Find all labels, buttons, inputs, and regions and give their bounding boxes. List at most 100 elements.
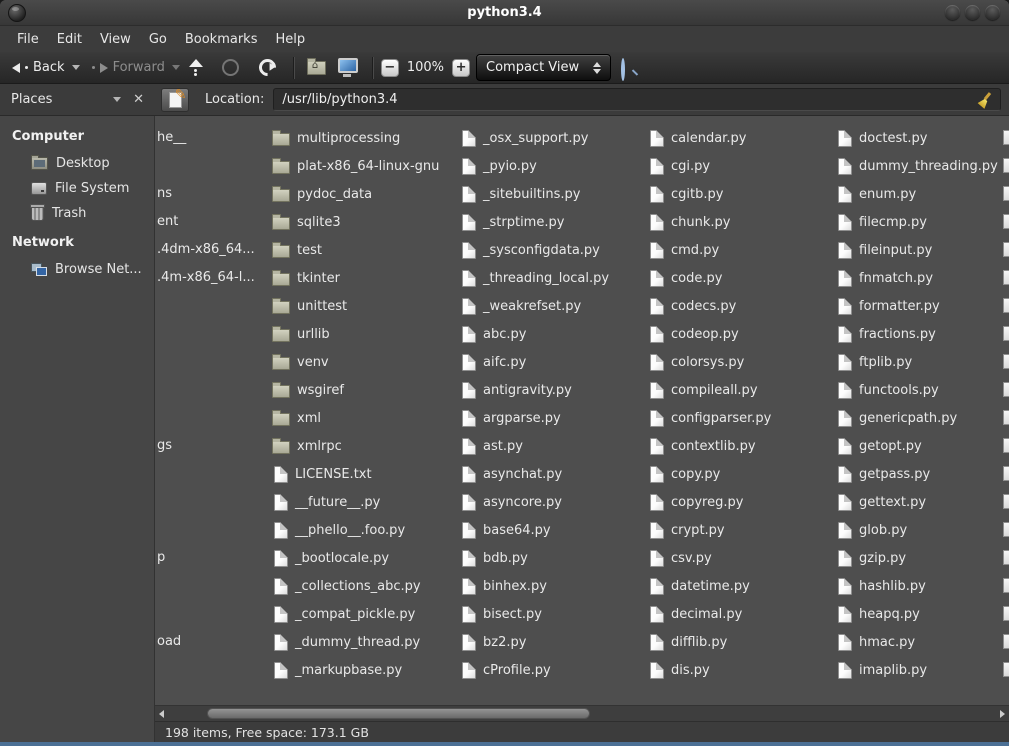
horizontal-scrollbar[interactable] xyxy=(155,705,1009,721)
file-item[interactable]: calendar.py xyxy=(648,124,746,152)
file-item[interactable]: __future__.py xyxy=(272,488,380,516)
file-item[interactable]: LICENSE.txt xyxy=(272,460,372,488)
file-item[interactable]: copy.py xyxy=(648,460,720,488)
file-item[interactable]: _compat_pickle.py xyxy=(272,600,415,628)
edit-location-button[interactable]: ✎ xyxy=(161,88,189,112)
file-item[interactable]: getpass.py xyxy=(836,460,930,488)
folder-item[interactable]: sqlite3 xyxy=(272,208,341,236)
file-item[interactable]: crypt.py xyxy=(648,516,725,544)
menu-bookmarks[interactable]: Bookmarks xyxy=(176,28,267,51)
file-item[interactable]: base64.py xyxy=(460,516,551,544)
file-item[interactable]: _threading_local.py xyxy=(460,264,609,292)
clipped-file-name[interactable]: gs xyxy=(157,432,172,460)
clipped-file-name[interactable]: p xyxy=(157,544,165,572)
file-item[interactable]: datetime.py xyxy=(648,572,750,600)
file-item[interactable]: fileinput.py xyxy=(836,236,932,264)
file-item[interactable]: _pyio.py xyxy=(460,152,537,180)
sidebar-item-browse-net[interactable]: Browse Net... xyxy=(0,257,154,282)
folder-item[interactable]: urllib xyxy=(272,320,330,348)
file-item[interactable]: _sysconfigdata.py xyxy=(460,236,600,264)
file-item[interactable]: gzip.py xyxy=(836,544,906,572)
file-item[interactable]: code.py xyxy=(648,264,722,292)
file-item[interactable]: cgi.py xyxy=(648,152,710,180)
file-item[interactable]: hashlib.py xyxy=(836,572,926,600)
file-item[interactable]: functools.py xyxy=(836,376,939,404)
clipped-file-name[interactable]: .4m-x86_64-l... xyxy=(157,264,255,292)
scrollbar-thumb[interactable] xyxy=(207,708,590,719)
folder-item[interactable]: venv xyxy=(272,348,329,376)
window-menu-icon[interactable] xyxy=(8,4,26,22)
file-item[interactable]: cProfile.py xyxy=(460,656,551,684)
side-pane-selector[interactable]: Places ✕ xyxy=(0,92,155,107)
file-item[interactable]: heapq.py xyxy=(836,600,920,628)
file-item[interactable]: contextlib.py xyxy=(648,432,756,460)
scroll-left-icon[interactable] xyxy=(159,710,164,718)
folder-item[interactable]: wsgiref xyxy=(272,376,344,404)
scroll-right-icon[interactable] xyxy=(1000,710,1005,718)
file-item[interactable]: fractions.py xyxy=(836,320,936,348)
search-icon[interactable] xyxy=(621,60,638,76)
back-history-dropdown-icon[interactable] xyxy=(72,65,80,70)
menu-help[interactable]: Help xyxy=(266,28,314,51)
file-item[interactable]: dis.py xyxy=(648,656,710,684)
sidebar-item-file-system[interactable]: File System xyxy=(0,176,154,201)
forward-history-dropdown-icon[interactable] xyxy=(172,65,180,70)
file-item[interactable]: aifc.py xyxy=(460,348,526,376)
close-side-pane-icon[interactable]: ✕ xyxy=(133,92,144,107)
file-item[interactable]: ftplib.py xyxy=(836,348,912,376)
location-entry[interactable] xyxy=(273,88,1001,111)
folder-item[interactable]: multiprocessing xyxy=(272,124,400,152)
folder-item[interactable]: xmlrpc xyxy=(272,432,342,460)
file-item[interactable]: abc.py xyxy=(460,320,526,348)
file-item[interactable]: asyncore.py xyxy=(460,488,562,516)
home-icon[interactable] xyxy=(307,61,326,75)
file-item[interactable]: csv.py xyxy=(648,544,712,572)
file-item[interactable]: _sitebuiltins.py xyxy=(460,180,581,208)
file-item[interactable]: dummy_threading.py xyxy=(836,152,998,180)
sidebar-item-trash[interactable]: Trash xyxy=(0,201,154,226)
file-item[interactable]: decimal.py xyxy=(648,600,742,628)
refresh-icon[interactable] xyxy=(255,55,279,79)
minimize-button[interactable] xyxy=(945,5,960,20)
folder-item[interactable]: tkinter xyxy=(272,264,340,292)
zoom-out-icon[interactable]: − xyxy=(381,59,399,77)
file-item[interactable]: bdb.py xyxy=(460,544,528,572)
clear-location-icon[interactable] xyxy=(977,92,992,107)
menu-go[interactable]: Go xyxy=(140,28,176,51)
menu-view[interactable]: View xyxy=(91,28,140,51)
menu-file[interactable]: File xyxy=(8,28,48,51)
file-item[interactable]: bz2.py xyxy=(460,628,526,656)
maximize-button[interactable] xyxy=(965,5,980,20)
file-item[interactable]: getopt.py xyxy=(836,432,922,460)
file-item[interactable]: codeop.py xyxy=(648,320,739,348)
file-item[interactable]: imaplib.py xyxy=(836,656,927,684)
file-item[interactable]: _markupbase.py xyxy=(272,656,402,684)
file-item[interactable]: chunk.py xyxy=(648,208,730,236)
file-item[interactable]: binhex.py xyxy=(460,572,547,600)
file-item[interactable]: genericpath.py xyxy=(836,404,957,432)
file-item[interactable]: filecmp.py xyxy=(836,208,927,236)
folder-item[interactable]: xml xyxy=(272,404,321,432)
file-item[interactable]: fnmatch.py xyxy=(836,264,933,292)
file-item[interactable]: glob.py xyxy=(836,516,907,544)
file-item[interactable]: _bootlocale.py xyxy=(272,544,389,572)
titlebar[interactable]: python3.4 xyxy=(0,0,1009,26)
clipped-file-name[interactable]: oad xyxy=(157,628,181,656)
folder-item[interactable]: pydoc_data xyxy=(272,180,372,208)
file-item[interactable]: codecs.py xyxy=(648,292,736,320)
up-icon[interactable] xyxy=(189,59,203,76)
file-item[interactable]: _weakrefset.py xyxy=(460,292,581,320)
file-item[interactable]: compileall.py xyxy=(648,376,758,404)
file-item[interactable]: antigravity.py xyxy=(460,376,572,404)
folder-item[interactable]: unittest xyxy=(272,292,347,320)
location-input[interactable] xyxy=(282,92,977,107)
file-item[interactable]: formatter.py xyxy=(836,292,940,320)
file-item[interactable]: __phello__.foo.py xyxy=(272,516,405,544)
file-item[interactable]: hmac.py xyxy=(836,628,915,656)
stop-icon[interactable] xyxy=(222,59,239,76)
zoom-in-icon[interactable]: + xyxy=(452,59,470,77)
file-item[interactable]: configparser.py xyxy=(648,404,771,432)
clipped-file-name[interactable]: .4dm-x86_64... xyxy=(157,236,255,264)
file-item[interactable]: colorsys.py xyxy=(648,348,744,376)
close-button[interactable] xyxy=(985,5,1000,20)
